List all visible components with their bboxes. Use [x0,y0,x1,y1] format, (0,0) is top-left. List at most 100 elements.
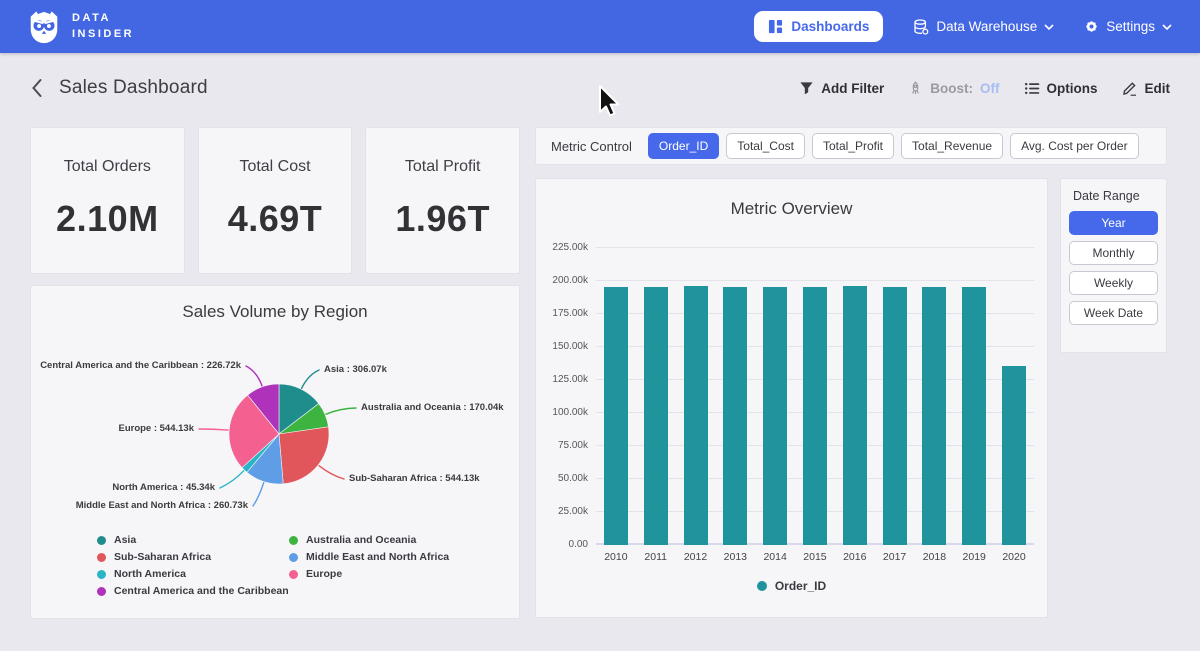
bar-column [596,229,636,545]
legend-dot [757,581,767,591]
boost-value: Off [980,81,1000,96]
bar-column [715,229,755,545]
bar-2020[interactable] [1002,366,1026,545]
dashboards-label: Dashboards [791,19,869,34]
kpi-card-total-cost: Total Cost4.69T [198,127,353,274]
pie-label-central-america-and-the-caribbean: Central America and the Caribbean : 226.… [40,360,241,371]
sales-volume-panel: Sales Volume by Region Asia : 306.07kAus… [30,285,520,619]
bar-2017[interactable] [883,287,907,545]
legend-dot [97,553,106,562]
data-warehouse-menu[interactable]: Data Warehouse [913,19,1054,35]
pie-legend-item-middle-east-and-north-africa[interactable]: Middle East and North Africa [289,551,449,563]
settings-label: Settings [1106,19,1155,34]
bar-2011[interactable] [644,287,668,545]
date-range-monthly[interactable]: Monthly [1069,241,1158,265]
bar-2010[interactable] [604,287,628,545]
pie-legend-item-central-america-and-the-caribbean[interactable]: Central America and the Caribbean [97,585,289,597]
kpi-card-total-orders: Total Orders2.10M [30,127,185,274]
settings-menu[interactable]: Settings [1084,19,1172,34]
edit-button[interactable]: Edit [1122,80,1171,96]
y-axis-tick: 50.00k [536,473,588,484]
pie-leader-line [326,408,356,414]
options-button[interactable]: Options [1024,81,1098,96]
metric-control-buttons: Order_ID Total_Cost Total_Profit Total_Reve… [648,133,1139,159]
y-axis-tick: 100.00k [536,407,588,418]
options-label: Options [1047,81,1098,96]
bar-2012[interactable] [684,286,708,545]
legend-label: North America [114,568,186,580]
y-axis-tick: 125.00k [536,374,588,385]
bar-2018[interactable] [922,287,946,545]
dashboard-grid-icon [768,19,783,34]
x-axis-label: 2011 [636,551,676,563]
x-axis-label: 2017 [875,551,915,563]
legend-label: Sub-Saharan Africa [114,551,211,563]
legend-dot [97,570,106,579]
bar-column [676,229,716,545]
edit-label: Edit [1145,81,1171,96]
bar-2013[interactable] [723,287,747,545]
x-axis-label: 2013 [715,551,755,563]
brand-logo[interactable]: DATA INSIDER [26,8,134,46]
app-screen: DATA INSIDER Dashboards D [0,0,1200,651]
x-axis-label: 2016 [835,551,875,563]
pie-area: Asia : 306.07k Australia and Oceania : 17… [31,330,521,526]
kpi-value: 2.10M [56,198,159,240]
date-range-panel: Date Range Year Monthly Weekly Week Date [1060,178,1167,353]
pie-legend-item-europe[interactable]: Europe [289,568,449,580]
x-axis-label: 2010 [596,551,636,563]
y-axis-tick: 225.00k [536,242,588,253]
legend-dot [289,536,298,545]
pie-leader-line [253,483,264,506]
back-chevron-icon [30,78,43,98]
pie-legend-item-australia-and-oceania[interactable]: Australia and Oceania [289,534,449,546]
chevron-down-icon [1044,24,1054,30]
bars-row [596,229,1034,545]
legend-dot [97,587,106,596]
add-filter-button[interactable]: Add Filter [799,81,884,96]
metric-chip-total-revenue[interactable]: Total_Revenue [901,133,1003,159]
pie-leader-line [199,429,228,430]
pie-legend-item-north-america[interactable]: North America [97,568,289,580]
pie-legend-item-sub-saharan-africa[interactable]: Sub-Saharan Africa [97,551,289,563]
page-title: Sales Dashboard [59,77,208,99]
kpi-label: Total Cost [239,158,310,176]
metric-control-bar: Metric Control Order_ID Total_Cost Total_P… [535,127,1167,165]
bar-column [875,229,915,545]
bar-legend-item[interactable]: Order_ID [536,579,1047,593]
dashboards-button[interactable]: Dashboards [754,11,883,42]
kpi-value: 1.96T [395,198,490,240]
bar-2016[interactable] [843,286,867,545]
date-range-weekly[interactable]: Weekly [1069,271,1158,295]
bar-2015[interactable] [803,287,827,545]
y-axis-tick: 175.00k [536,308,588,319]
metric-overview-panel: Metric Overview 0.0025.00k50.00k75.00k10… [535,178,1048,618]
bar-2014[interactable] [763,287,787,545]
owl-logo-icon [26,8,62,46]
kpi-card-total-profit: Total Profit1.96T [365,127,520,274]
filter-icon [799,81,814,96]
pie-label-asia: Asia : 306.07k [324,364,387,375]
date-range-buttons: Year Monthly Weekly Week Date [1069,211,1158,325]
metric-control-label: Metric Control [551,139,632,154]
date-range-week-date[interactable]: Week Date [1069,301,1158,325]
legend-dot [97,536,106,545]
date-range-year[interactable]: Year [1069,211,1158,235]
pie-label-middle-east-and-north-africa: Middle East and North Africa : 260.73k [76,500,248,511]
boost-toggle[interactable]: Boost: Off [908,81,999,96]
y-axis-tick: 150.00k [536,341,588,352]
pie-legend-col2: Australia and Oceania Middle East and Nor… [289,534,449,585]
metric-chip-total-profit[interactable]: Total_Profit [812,133,894,159]
x-axis-label: 2018 [915,551,955,563]
bar-2019[interactable] [962,287,986,545]
pie-slice-sub-saharan-africa[interactable] [279,427,329,484]
chevron-down-icon [1162,24,1172,30]
date-range-label: Date Range [1073,189,1158,203]
pie-label-australia-and-oceania: Australia and Oceania : 170.04k [361,402,504,413]
metric-chip-avg-cost-per-order[interactable]: Avg. Cost per Order [1010,133,1139,159]
metric-chip-order-id[interactable]: Order_ID [648,133,719,159]
metric-chip-total-cost[interactable]: Total_Cost [726,133,805,159]
back-button[interactable] [28,76,45,100]
pie-legend-item-asia[interactable]: Asia [97,534,289,546]
bar-chart-title: Metric Overview [536,199,1047,219]
